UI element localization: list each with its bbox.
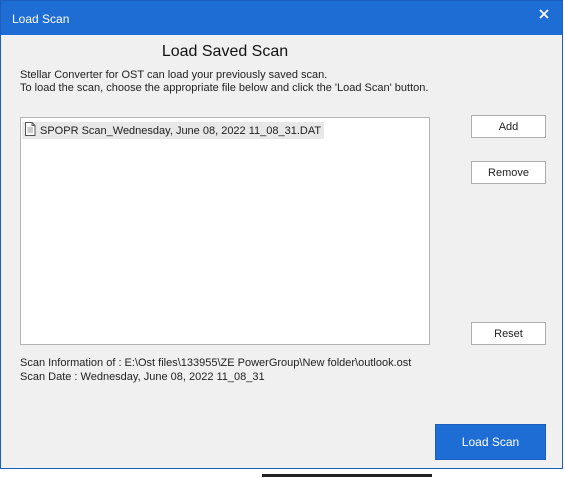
description-line-1: Stellar Converter for OST can load your …	[20, 69, 328, 81]
close-icon[interactable]	[535, 5, 553, 23]
scan-date: Scan Date : Wednesday, June 08, 2022 11_…	[20, 371, 265, 383]
saved-scan-list[interactable]: SPOPR Scan_Wednesday, June 08, 2022 11_0…	[20, 117, 430, 345]
scan-information: Scan Information of : E:\Ost files\13395…	[20, 357, 412, 369]
load-scan-button[interactable]: Load Scan	[435, 424, 546, 460]
list-item[interactable]: SPOPR Scan_Wednesday, June 08, 2022 11_0…	[22, 122, 325, 139]
remove-button[interactable]: Remove	[471, 161, 546, 184]
dialog-titlebar[interactable]: Load Scan	[1, 1, 562, 35]
dialog-title: Load Scan	[12, 12, 70, 26]
load-scan-dialog: Load Scan Load Saved Scan Stellar Conver…	[0, 0, 563, 469]
list-item-label: SPOPR Scan_Wednesday, June 08, 2022 11_0…	[40, 124, 322, 137]
dialog-heading: Load Saved Scan	[161, 43, 289, 60]
document-icon	[22, 122, 40, 139]
reset-button[interactable]: Reset	[471, 322, 546, 345]
background-window-fragment	[262, 469, 462, 479]
add-button[interactable]: Add	[471, 115, 546, 138]
description-line-2: To load the scan, choose the appropriate…	[20, 82, 429, 94]
